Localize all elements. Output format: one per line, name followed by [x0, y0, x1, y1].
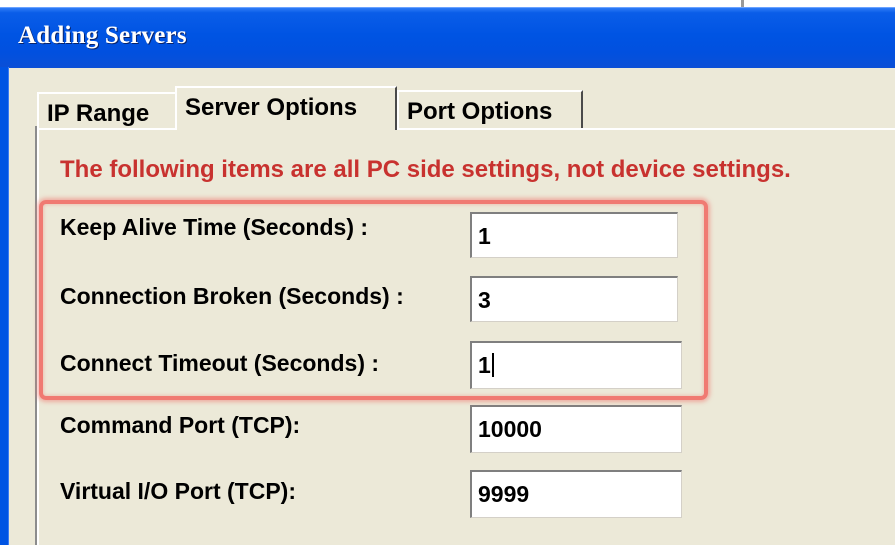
- command-port-value: 10000: [478, 416, 542, 442]
- tab-port-options[interactable]: Port Options: [397, 90, 583, 128]
- connect-timeout-input[interactable]: 1: [470, 341, 682, 389]
- tab-port-options-label: Port Options: [407, 98, 553, 125]
- adding-servers-dialog: Adding Servers IP Range Server Options P…: [0, 0, 895, 545]
- virtual-io-port-label: Virtual I/O Port (TCP):: [60, 478, 296, 504]
- window-title: Adding Servers: [18, 22, 187, 49]
- connection-broken-input[interactable]: 3: [470, 276, 678, 322]
- connect-timeout-value: 1: [478, 352, 491, 378]
- virtual-io-port-input[interactable]: 9999: [470, 470, 682, 518]
- window-frame-left: [0, 67, 9, 545]
- connect-timeout-label: Connect Timeout (Seconds) :: [60, 350, 380, 376]
- virtual-io-port-value: 9999: [478, 481, 530, 507]
- keep-alive-time-input[interactable]: 1: [470, 212, 678, 258]
- tab-ip-range[interactable]: IP Range: [37, 92, 177, 130]
- command-port-label: Command Port (TCP):: [60, 412, 301, 438]
- connection-broken-value: 3: [478, 287, 491, 313]
- pc-settings-notice: The following items are all PC side sett…: [60, 156, 791, 183]
- tab-ip-range-label: IP Range: [47, 100, 150, 127]
- keep-alive-time-value: 1: [478, 223, 491, 249]
- background-notch: [741, 0, 744, 7]
- title-bar[interactable]: Adding Servers: [0, 7, 895, 68]
- command-port-input[interactable]: 10000: [470, 405, 682, 453]
- tab-server-options-label: Server Options: [185, 94, 358, 121]
- connection-broken-label: Connection Broken (Seconds) :: [60, 283, 404, 309]
- desktop-strip: [0, 0, 895, 7]
- text-caret: [491, 353, 494, 377]
- keep-alive-time-label: Keep Alive Time (Seconds) :: [60, 214, 369, 240]
- tab-server-options[interactable]: Server Options: [175, 86, 397, 130]
